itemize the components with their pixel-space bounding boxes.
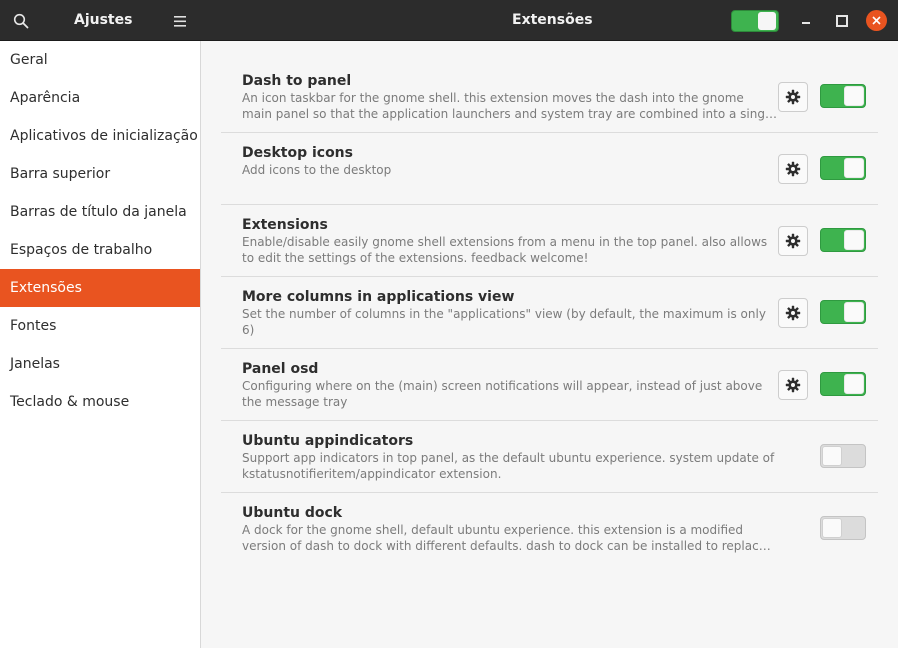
extension-name: Panel osd bbox=[242, 361, 319, 377]
extensions-list: Dash to panel An icon taskbar for the gno… bbox=[221, 61, 878, 565]
extension-name: Desktop icons bbox=[242, 145, 353, 161]
extension-description: An icon taskbar for the gnome shell. thi… bbox=[242, 91, 776, 121]
switch-knob bbox=[758, 12, 776, 30]
app-title: Ajustes bbox=[74, 12, 133, 28]
switch-knob bbox=[822, 518, 842, 538]
switch-knob bbox=[844, 302, 864, 322]
switch-knob bbox=[844, 230, 864, 250]
extension-toggle-switch[interactable] bbox=[820, 84, 866, 108]
extension-name: Ubuntu dock bbox=[242, 505, 343, 521]
gear-icon bbox=[785, 377, 801, 393]
close-icon bbox=[872, 16, 881, 25]
extension-description: Configuring where on the (main) screen n… bbox=[242, 379, 763, 409]
sidebar: Geral Aparência Aplicativos de inicializaç… bbox=[0, 41, 201, 648]
extension-row-dash-to-panel: Dash to panel An icon taskbar for the gno… bbox=[221, 61, 878, 133]
gear-icon bbox=[785, 305, 801, 321]
extension-name: Extensions bbox=[242, 217, 328, 233]
extension-row-desktop-icons: Desktop icons Add icons to the desktop bbox=[221, 133, 878, 205]
extension-description: Set the number of columns in the "applic… bbox=[242, 307, 766, 337]
extension-toggle-switch[interactable] bbox=[820, 156, 866, 180]
extension-description: A dock for the gnome shell, default ubun… bbox=[242, 523, 767, 553]
extension-settings-button[interactable] bbox=[778, 226, 808, 256]
extension-row-panel-osd: Panel osd Configuring where on the (main)… bbox=[221, 349, 878, 421]
sidebar-item-aparencia[interactable]: Aparência bbox=[0, 79, 200, 117]
extension-row-extensions: Extensions Enable/disable easily gnome sh… bbox=[221, 205, 878, 277]
menu-button[interactable] bbox=[168, 8, 192, 34]
sidebar-item-barra-superior[interactable]: Barra superior bbox=[0, 155, 200, 193]
sidebar-item-aplicativos-de-inicializacao[interactable]: Aplicativos de inicialização bbox=[0, 117, 200, 155]
sidebar-item-fontes[interactable]: Fontes bbox=[0, 307, 200, 345]
maximize-button[interactable] bbox=[831, 10, 851, 30]
extension-settings-button[interactable] bbox=[778, 154, 808, 184]
extension-settings-button[interactable] bbox=[778, 82, 808, 112]
extension-row-ubuntu-dock: Ubuntu dock A dock for the gnome shell, d… bbox=[221, 493, 878, 565]
extension-toggle-switch[interactable] bbox=[820, 300, 866, 324]
extension-settings-button[interactable] bbox=[778, 298, 808, 328]
sidebar-item-geral[interactable]: Geral bbox=[0, 41, 200, 79]
extension-description: Enable/disable easily gnome shell extens… bbox=[242, 235, 768, 265]
gear-icon bbox=[785, 161, 801, 177]
switch-knob bbox=[844, 374, 864, 394]
search-icon bbox=[13, 13, 29, 29]
close-button[interactable] bbox=[866, 10, 887, 31]
extension-toggle-switch[interactable] bbox=[820, 444, 866, 468]
header-bar: Ajustes Extensões bbox=[0, 0, 898, 41]
switch-knob bbox=[844, 86, 864, 106]
gear-icon bbox=[785, 89, 801, 105]
sidebar-item-extensoes[interactable]: Extensões bbox=[0, 269, 200, 307]
minimize-button[interactable] bbox=[796, 10, 816, 30]
extension-toggle-switch[interactable] bbox=[820, 228, 866, 252]
extension-toggle-switch[interactable] bbox=[820, 516, 866, 540]
sidebar-item-janelas[interactable]: Janelas bbox=[0, 345, 200, 383]
extensions-global-switch[interactable] bbox=[731, 10, 779, 32]
extension-settings-button[interactable] bbox=[778, 370, 808, 400]
extension-name: Dash to panel bbox=[242, 73, 352, 89]
extension-row-more-columns-in-applications-view: More columns in applications view Set the… bbox=[221, 277, 878, 349]
switch-knob bbox=[844, 158, 864, 178]
extension-name: More columns in applications view bbox=[242, 289, 515, 305]
extension-toggle-switch[interactable] bbox=[820, 372, 866, 396]
search-button[interactable] bbox=[8, 8, 34, 34]
extension-name: Ubuntu appindicators bbox=[242, 433, 414, 449]
page-title: Extensões bbox=[512, 12, 593, 28]
hamburger-icon bbox=[174, 15, 186, 27]
extension-description: Add icons to the desktop bbox=[242, 163, 392, 177]
sidebar-item-espacos-de-trabalho[interactable]: Espaços de trabalho bbox=[0, 231, 200, 269]
extension-description: Support app indicators in top panel, as … bbox=[242, 451, 775, 481]
extension-row-ubuntu-appindicators: Ubuntu appindicators Support app indicato… bbox=[221, 421, 878, 493]
gear-icon bbox=[785, 233, 801, 249]
sidebar-item-teclado-mouse[interactable]: Teclado & mouse bbox=[0, 383, 200, 421]
main-content: Dash to panel An icon taskbar for the gno… bbox=[201, 41, 898, 648]
sidebar-item-barras-de-titulo-da-janela[interactable]: Barras de título da janela bbox=[0, 193, 200, 231]
switch-knob bbox=[822, 446, 842, 466]
